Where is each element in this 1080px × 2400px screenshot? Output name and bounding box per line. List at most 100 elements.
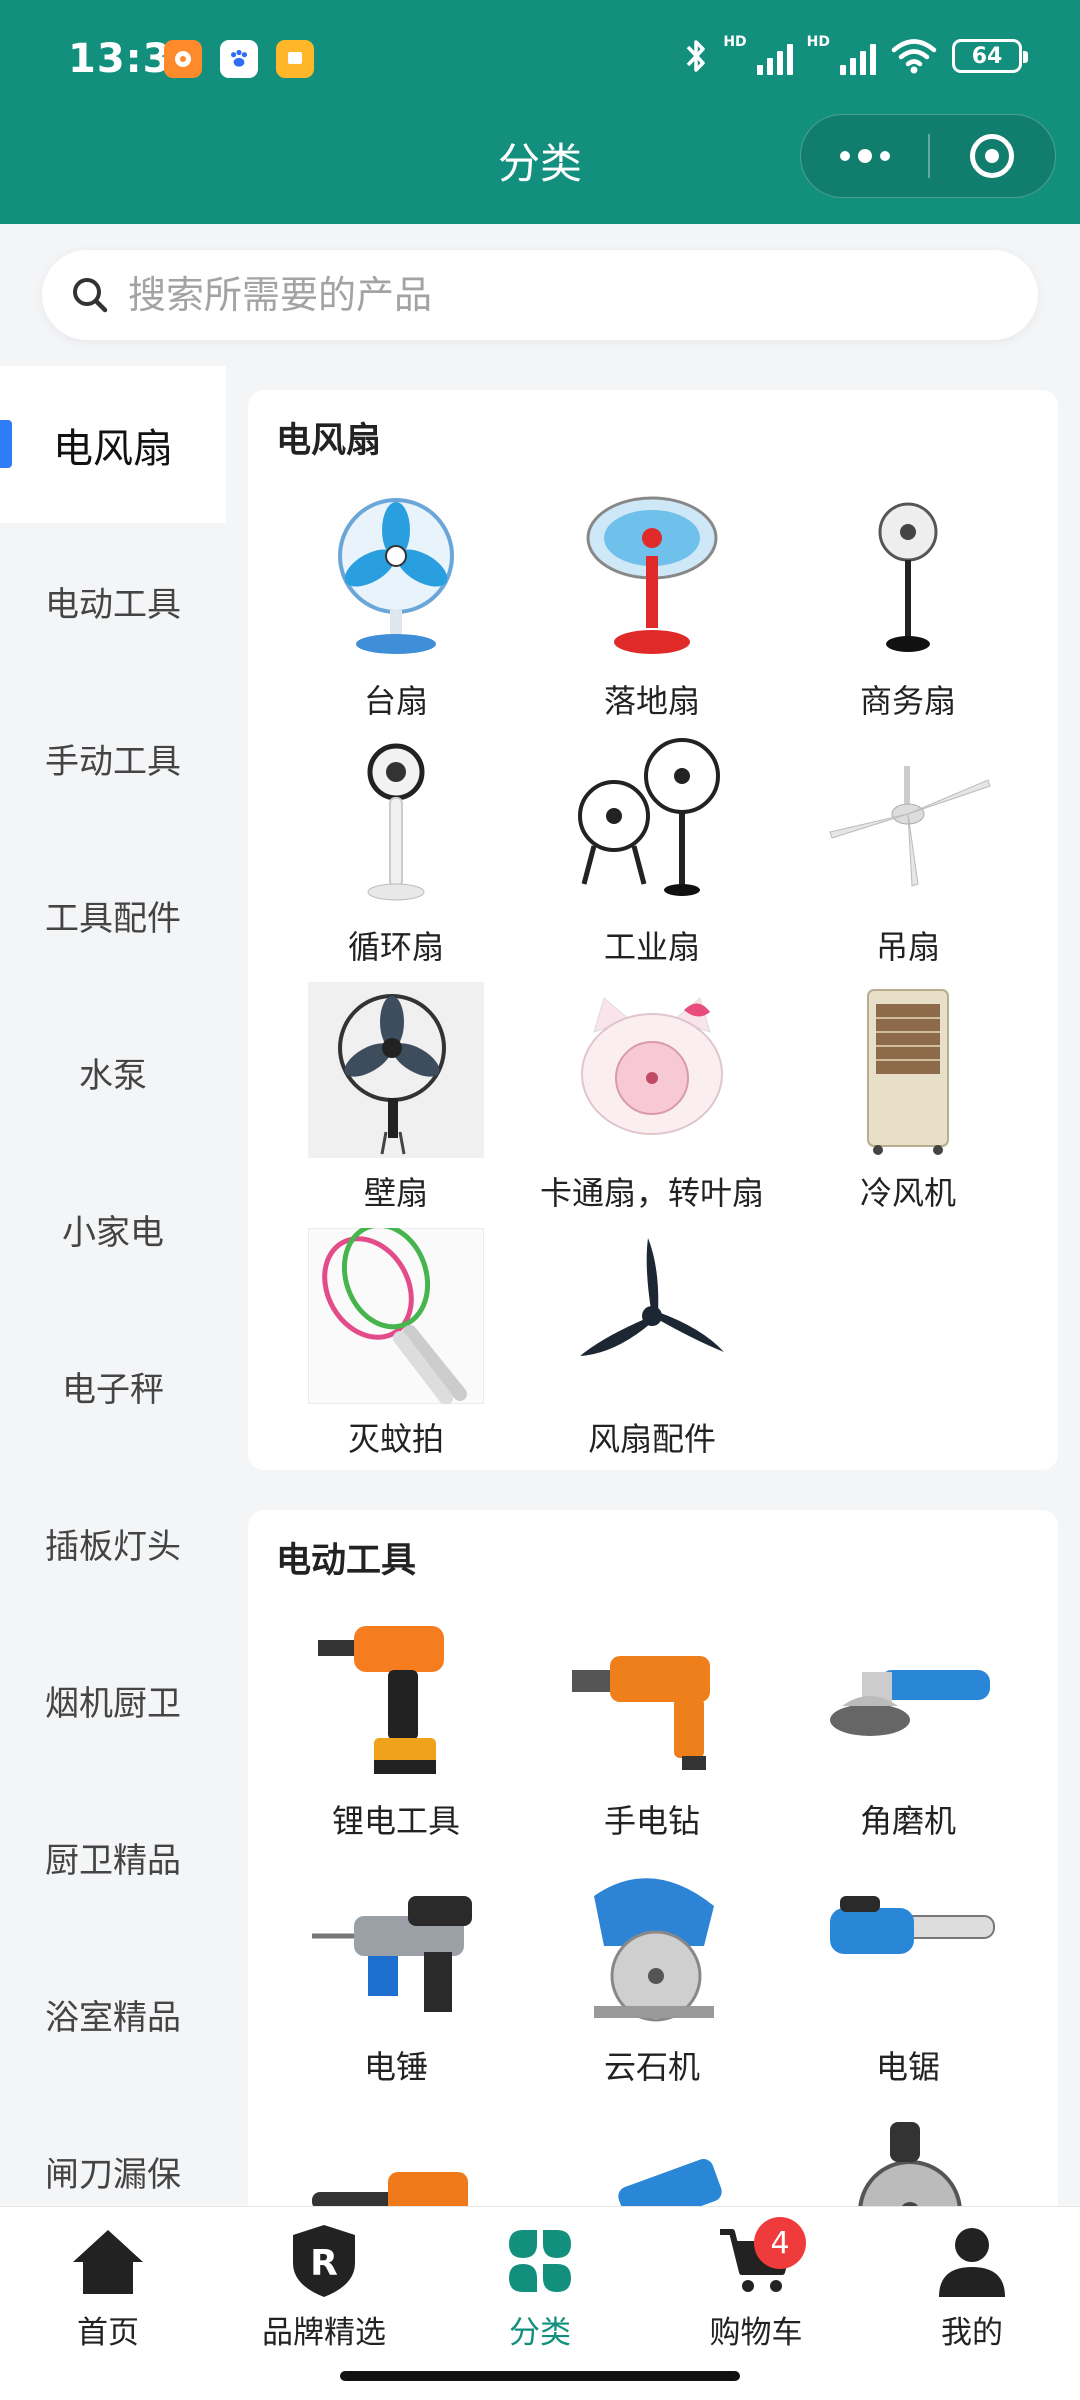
- grid-item-floor-fan[interactable]: 落地扇: [524, 490, 780, 736]
- section-title: 电风扇: [276, 421, 382, 461]
- item-label: 角磨机: [859, 1802, 956, 1840]
- grid-item-rotary-hammer[interactable]: 电锤: [268, 1856, 524, 2102]
- rotary-hammer-icon: [308, 1856, 484, 2032]
- close-miniapp-button[interactable]: [930, 115, 1055, 197]
- grid-item-angle-grinder[interactable]: 角磨机: [780, 1610, 1036, 1856]
- sidebar-item-power-tools[interactable]: 电动工具: [0, 523, 226, 680]
- sidebar-item-electric-fan[interactable]: 电风扇: [0, 366, 226, 523]
- grid-item-ceiling-fan[interactable]: 吊扇: [780, 736, 1036, 982]
- tab-label: 首页: [77, 2315, 139, 2351]
- app-notification-icon: [164, 40, 202, 78]
- grid-item-cut-off-saw[interactable]: [780, 2102, 1036, 2206]
- grid-item-circulation-fan[interactable]: 循环扇: [268, 736, 524, 982]
- tab-brand-selection[interactable]: R 品牌精选: [216, 2221, 432, 2361]
- item-label: 电锯: [875, 2048, 940, 2086]
- header-bar: 13:31 HD HD 64 分类: [0, 0, 1080, 224]
- item-label: 台扇: [363, 682, 428, 720]
- sidebar-item-electronic-scale[interactable]: 电子秤: [0, 1308, 226, 1465]
- tab-label: 购物车: [709, 2315, 803, 2351]
- tab-cart[interactable]: 4 购物车: [648, 2217, 864, 2361]
- search-input[interactable]: [128, 273, 988, 317]
- search-bar[interactable]: [42, 250, 1038, 340]
- item-label: 吊扇: [875, 928, 940, 966]
- item-label: 风扇配件: [587, 1420, 716, 1458]
- grid-item-desk-fan[interactable]: 台扇: [268, 490, 524, 736]
- business-fan-icon: [820, 490, 996, 666]
- status-indicators: HD HD 64: [683, 34, 1028, 76]
- section-title: 电动工具: [276, 1541, 417, 1581]
- home-indicator[interactable]: [340, 2371, 740, 2381]
- more-button[interactable]: [801, 115, 928, 197]
- bluetooth-icon: [687, 40, 706, 72]
- search-icon: [73, 278, 108, 313]
- tab-category[interactable]: 分类: [432, 2221, 648, 2361]
- svg-text:R: R: [310, 2243, 338, 2284]
- cart-icon: 4: [716, 2217, 806, 2301]
- product-grid: 台扇 落地扇 商务扇 循环扇 工业扇 吊扇 壁扇 卡通扇，转叶扇 冷风机 灭蚊拍…: [248, 490, 1058, 1474]
- page: 13:31 HD HD 64 分类 搜索所需要的产品 电风扇 电动工具 手动工具…: [0, 0, 1080, 2400]
- item-label: 冷风机: [859, 1174, 956, 1212]
- air-cooler-icon: [820, 982, 996, 1158]
- desk-fan-icon: [308, 490, 484, 666]
- cart-count-badge: 4: [754, 2217, 806, 2269]
- section-power-tools: 电动工具 锂电工具 手电钻 角磨机 电锤 云石机 电锯: [248, 1510, 1058, 2206]
- hd-label-1: HD: [723, 34, 747, 50]
- grid-item-electric-drill[interactable]: 手电钻: [524, 1610, 780, 1856]
- sidebar-item-small-appliances[interactable]: 小家电: [0, 1151, 226, 1308]
- section-electric-fan: 电风扇 台扇 落地扇 商务扇 循环扇 工业扇 吊扇 壁扇 卡通扇，转叶扇 冷风机…: [248, 390, 1058, 1470]
- search-area: [0, 226, 1080, 362]
- product-grid: 锂电工具 手电钻 角磨机 电锤 云石机 电锯: [248, 1610, 1058, 2206]
- tab-home[interactable]: 首页: [0, 2221, 216, 2361]
- item-label: 云石机: [603, 2048, 700, 2086]
- tab-profile[interactable]: 我的: [864, 2221, 1080, 2361]
- angle-grinder-icon: [820, 1610, 996, 1786]
- cordless-drill-icon: [308, 1610, 484, 1786]
- tab-label: 品牌精选: [262, 2315, 386, 2351]
- message-notification-icon: [276, 40, 314, 78]
- grid-item-industrial-fan[interactable]: 工业扇: [524, 736, 780, 982]
- category-sidebar: 电风扇 电动工具 手动工具 工具配件 水泵 小家电 电子秤 插板灯头 烟机厨卫 …: [0, 366, 226, 2206]
- grid-item-fan-accessories[interactable]: 风扇配件: [524, 1228, 780, 1474]
- grid-item-electric-saw[interactable]: 电锯: [780, 1856, 1036, 2102]
- category-content: 电风扇 台扇 落地扇 商务扇 循环扇 工业扇 吊扇 壁扇 卡通扇，转叶扇 冷风机…: [226, 366, 1080, 2206]
- hd-label-2: HD: [806, 34, 830, 50]
- sidebar-item-kitchen-bath[interactable]: 厨卫精品: [0, 1779, 226, 1936]
- circulation-fan-icon: [308, 736, 484, 912]
- cartoon-fan-icon: [564, 982, 740, 1158]
- sidebar-item-bathroom[interactable]: 浴室精品: [0, 1936, 226, 2093]
- signal-icon-2: [840, 37, 876, 75]
- sidebar-item-power-strips[interactable]: 插板灯头: [0, 1465, 226, 1622]
- user-icon: [932, 2221, 1012, 2301]
- grid-item-chainsaw[interactable]: [268, 2102, 524, 2206]
- category-icon: [500, 2221, 580, 2301]
- ceiling-fan-icon: [820, 736, 996, 912]
- status-bar: 13:31 HD HD 64: [0, 0, 1080, 116]
- brand-shield-icon: R: [284, 2221, 364, 2301]
- sidebar-item-range-hoods[interactable]: 烟机厨卫: [0, 1622, 226, 1779]
- grid-item-cordless-tools[interactable]: 锂电工具: [268, 1610, 524, 1856]
- grid-item-marble-cutter[interactable]: 云石机: [524, 1856, 780, 2102]
- item-label: 工业扇: [603, 928, 700, 966]
- electric-chainsaw-icon: [820, 1856, 996, 2032]
- item-label: 电锤: [363, 2048, 428, 2086]
- item-label: 手电钻: [603, 1802, 700, 1840]
- grid-item-air-cooler[interactable]: 冷风机: [780, 982, 1036, 1228]
- notification-icons: [164, 40, 314, 78]
- grid-item-demolition-hammer[interactable]: [524, 2102, 780, 2206]
- sidebar-item-hand-tools[interactable]: 手动工具: [0, 680, 226, 837]
- floor-fan-icon: [564, 490, 740, 666]
- mosquito-swatter-icon: [308, 1228, 484, 1404]
- fan-blade-icon: [564, 1228, 740, 1404]
- marble-cutter-icon: [564, 1856, 740, 2032]
- sidebar-item-water-pump[interactable]: 水泵: [0, 994, 226, 1151]
- item-label: 商务扇: [859, 682, 956, 720]
- grid-item-business-fan[interactable]: 商务扇: [780, 490, 1036, 736]
- grid-item-wall-fan[interactable]: 壁扇: [268, 982, 524, 1228]
- battery-icon: 64: [952, 39, 1028, 73]
- grid-item-mosquito-swatter[interactable]: 灭蚊拍: [268, 1228, 524, 1474]
- miniapp-capsule: [800, 114, 1056, 198]
- wall-fan-icon: [308, 982, 484, 1158]
- sidebar-item-tool-accessories[interactable]: 工具配件: [0, 837, 226, 994]
- grid-item-cartoon-fan[interactable]: 卡通扇，转叶扇: [524, 982, 780, 1228]
- item-label: 锂电工具: [331, 1802, 460, 1840]
